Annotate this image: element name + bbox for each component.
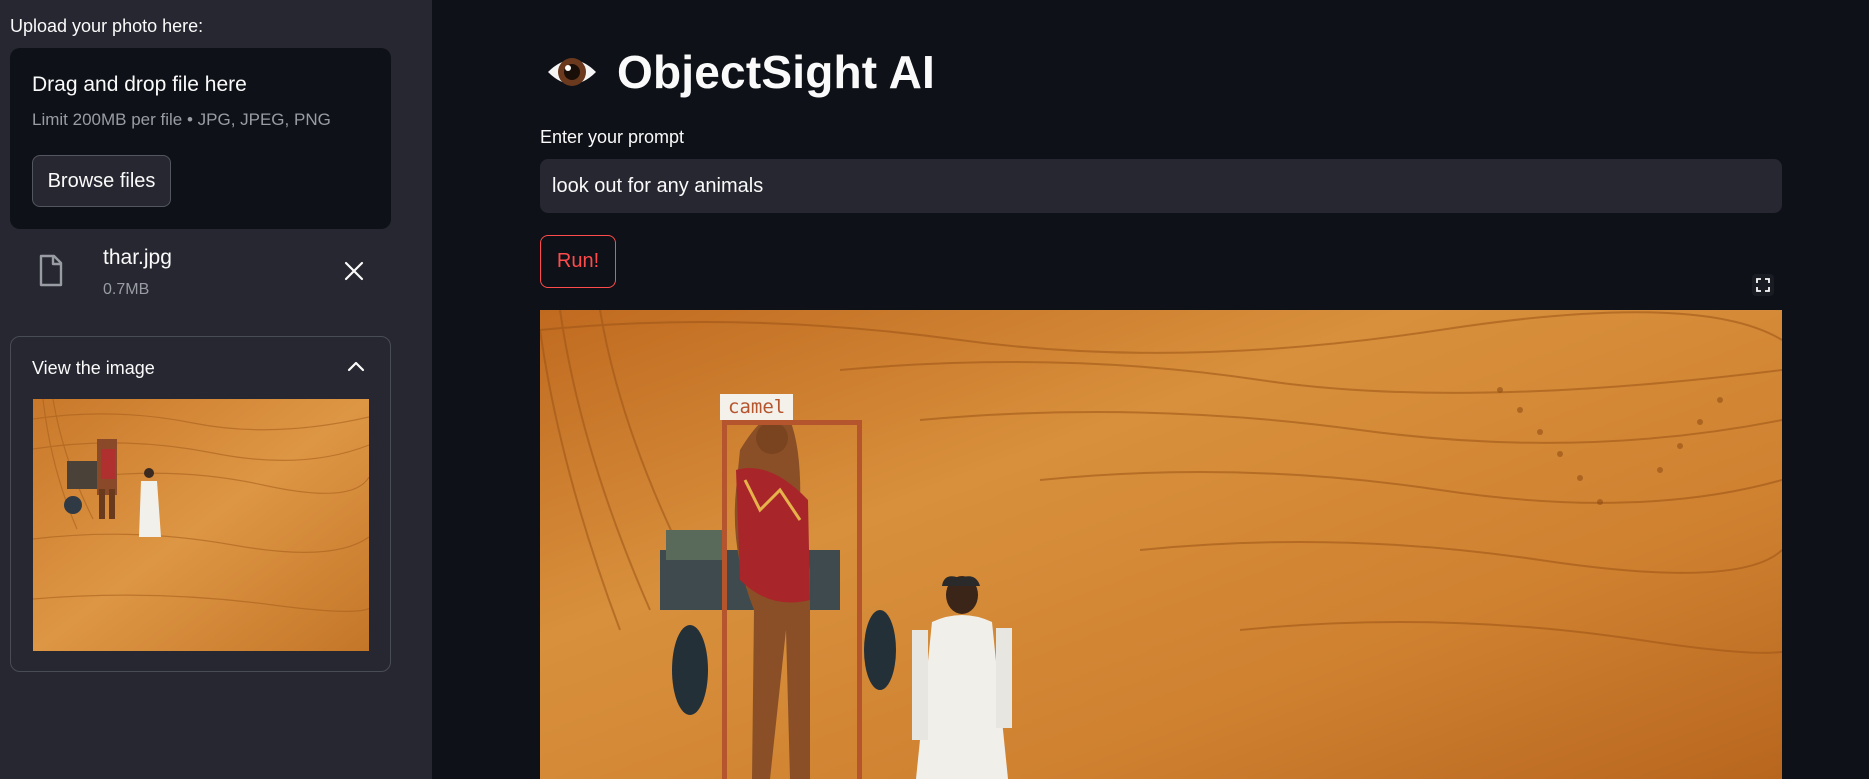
prompt-label: Enter your prompt	[540, 127, 685, 147]
file-size: 0.7MB	[103, 281, 150, 298]
sidebar: Upload your photo here: Drag and drop fi…	[0, 0, 432, 779]
fullscreen-button[interactable]	[1752, 274, 1774, 296]
page-title: ObjectSight AI	[617, 46, 935, 98]
prompt-input[interactable]	[540, 159, 1782, 213]
uploaded-file-row: thar.jpg 0.7MB	[10, 240, 391, 310]
expander-title: View the image	[32, 358, 155, 378]
dropzone-title: Drag and drop file here	[32, 73, 247, 96]
upload-label: Upload your photo here:	[10, 16, 204, 36]
dropzone-limit: Limit 200MB per file • JPG, JPEG, PNG	[32, 110, 331, 129]
file-dropzone[interactable]: Drag and drop file here Limit 200MB per …	[10, 48, 391, 229]
detection-box	[722, 420, 862, 779]
file-icon	[39, 254, 63, 287]
file-name: thar.jpg	[103, 246, 172, 269]
close-icon[interactable]	[343, 260, 365, 282]
run-button[interactable]: Run!	[540, 235, 616, 288]
uploaded-image-preview	[33, 399, 369, 651]
detection-result-image: camel	[540, 310, 1782, 779]
detection-label: camel	[720, 394, 794, 420]
browse-files-button[interactable]: Browse files	[32, 155, 171, 207]
page-header: ObjectSight AI	[545, 42, 935, 102]
eye-icon	[548, 58, 596, 86]
fullscreen-icon	[1756, 278, 1770, 292]
view-image-expander[interactable]: View the image	[10, 336, 391, 672]
chevron-up-icon[interactable]	[347, 359, 365, 373]
